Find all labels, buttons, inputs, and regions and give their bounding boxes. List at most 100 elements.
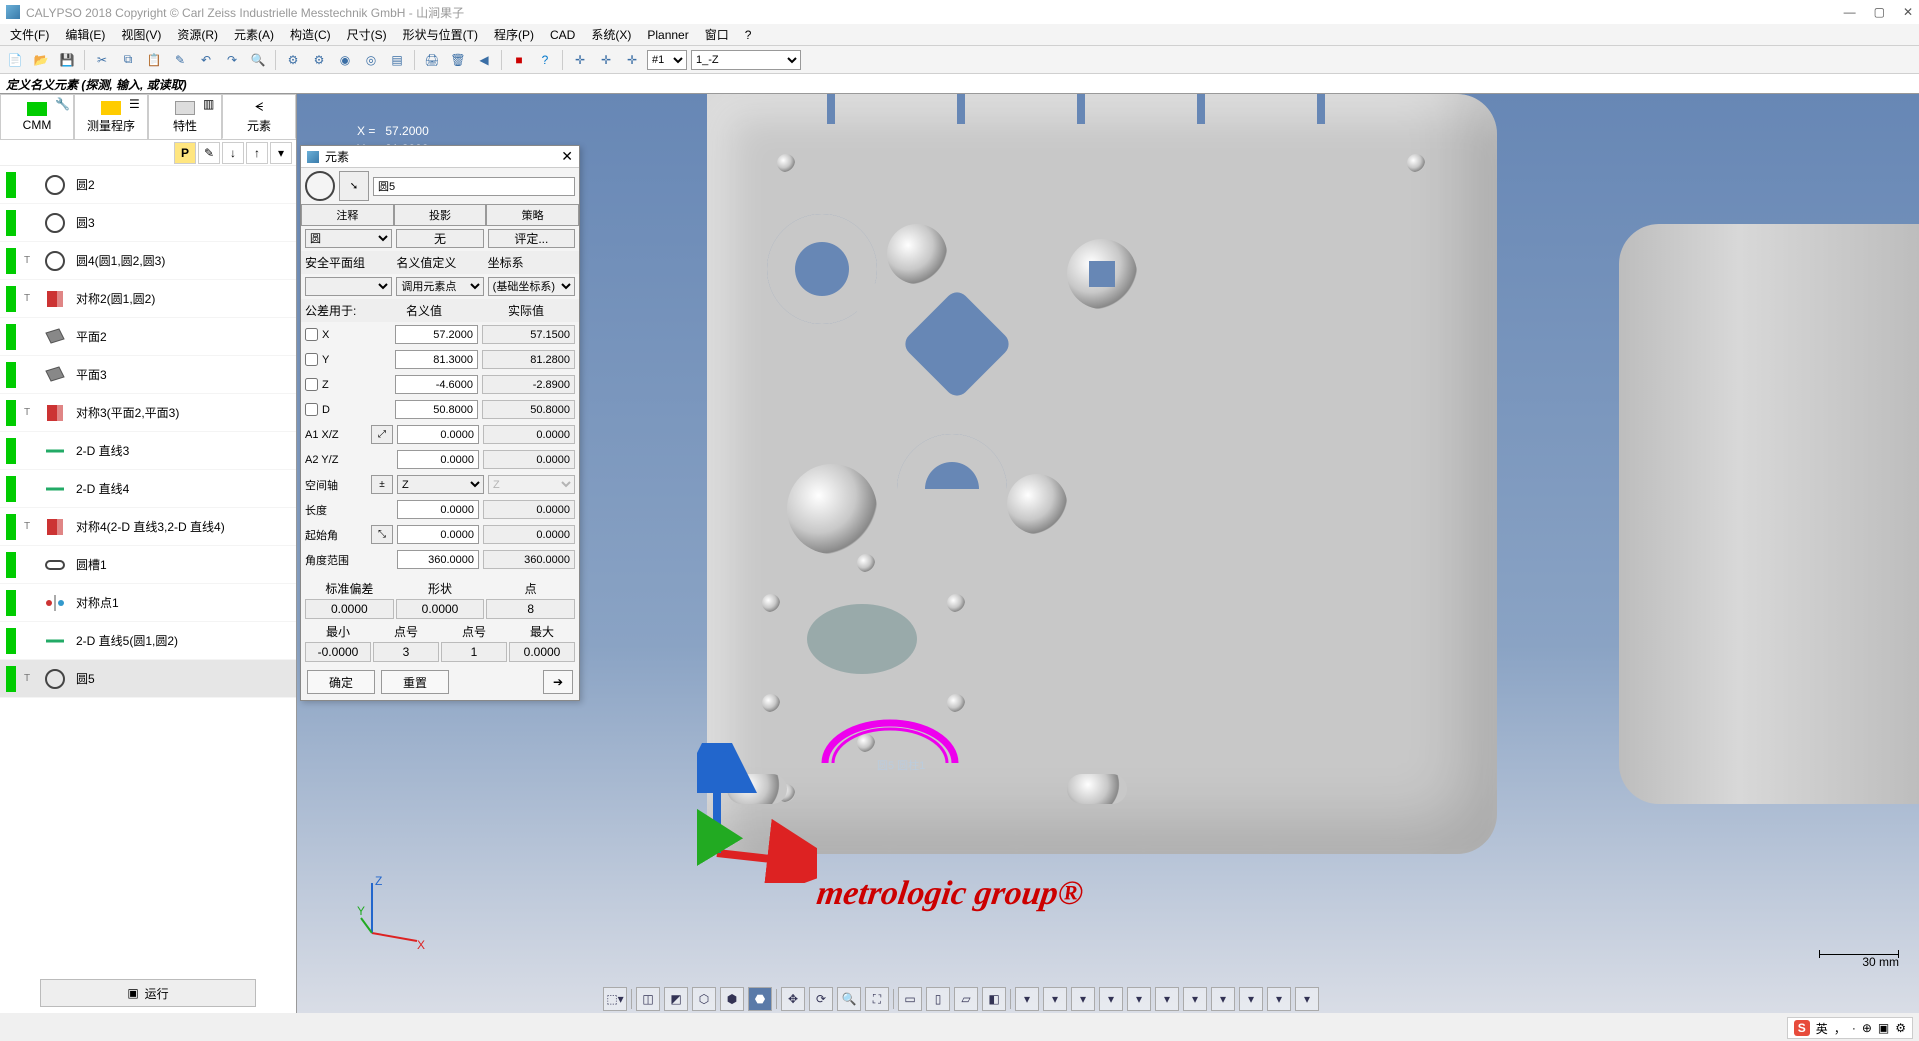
none-button[interactable]: 无 [396,229,483,248]
element-row[interactable]: 2-D 直线4 [0,470,296,508]
vb-zoom-icon[interactable]: 🔍 [837,987,861,1011]
vb-g-icon[interactable]: ▾ [1183,987,1207,1011]
element-row[interactable]: T 对称2(圆1,圆2) [0,280,296,318]
element-row[interactable]: T 圆5 [0,660,296,698]
vb-c-icon[interactable]: ▾ [1071,987,1095,1011]
sidebar-tab-elem[interactable]: ᗕ元素 [222,94,296,139]
tb-copy-icon[interactable]: ⧉ [117,49,139,71]
menu-system[interactable]: 系统(X) [585,24,637,45]
angle-btn-icon[interactable]: ⤢ [371,425,393,444]
mini-pen-icon[interactable]: ✎ [198,142,220,164]
shape-select[interactable]: 圆 [305,229,392,248]
element-type-icon[interactable] [305,171,335,201]
tab-comment[interactable]: 注释 [301,204,394,226]
tb-find-icon[interactable]: 🔍 [247,49,269,71]
menu-view[interactable]: 视图(V) [115,24,167,45]
tb-gear1-icon[interactable]: ⚙ [282,49,304,71]
nom-A1 X/Z-input[interactable] [397,425,479,444]
tb-probe2-icon[interactable]: ◎ [360,49,382,71]
tb-save-icon[interactable]: 💾 [56,49,78,71]
vb-j-icon[interactable]: ▾ [1267,987,1291,1011]
ime-tray[interactable]: S 英 ， · ⊕ ▣ ⚙ [1787,1017,1913,1039]
tb-edit-icon[interactable]: ✎ [169,49,191,71]
nom-D-input[interactable] [395,400,478,419]
menu-file[interactable]: 文件(F) [4,24,55,45]
apply-arrow-button[interactable]: ➔ [543,670,573,694]
vb-e-icon[interactable]: ▾ [1127,987,1151,1011]
element-row[interactable]: T 圆4(圆1,圆2,圆3) [0,242,296,280]
start-nom-input[interactable] [397,525,479,544]
tab-strategy[interactable]: 策略 [486,204,579,226]
nom-Y-input[interactable] [395,350,478,369]
vb-pan-icon[interactable]: ✥ [781,987,805,1011]
tb-axis2-icon[interactable]: ✛ [595,49,617,71]
ime-i3[interactable]: ▣ [1878,1021,1889,1035]
nom-X-input[interactable] [395,325,478,344]
mini-up-icon[interactable]: ↑ [246,142,268,164]
element-row[interactable]: 圆2 [0,166,296,204]
vb-k-icon[interactable]: ▾ [1295,987,1319,1011]
vb-iso1-icon[interactable]: ◫ [636,987,660,1011]
menu-edit[interactable]: 编辑(E) [59,24,111,45]
vb-a-icon[interactable]: ▾ [1015,987,1039,1011]
vb-f-icon[interactable]: ▾ [1155,987,1179,1011]
tol-check-X[interactable]: X [305,328,365,341]
element-row[interactable]: T 对称3(平面2,平面3) [0,394,296,432]
vb-shade-icon[interactable]: ⬢ [720,987,744,1011]
tb-gear2-icon[interactable]: ⚙ [308,49,330,71]
tb-stop-icon[interactable]: ■ [508,49,530,71]
close-button[interactable]: ✕ [1903,5,1913,19]
cs-select[interactable]: (基础坐标系) [488,277,575,296]
menu-resource[interactable]: 资源(R) [171,24,224,45]
range-nom-input[interactable] [397,550,479,569]
menu-planner[interactable]: Planner [641,26,694,44]
sidebar-tab-prog[interactable]: ☰测量程序 [74,94,148,139]
nom-A2 Y/Z-input[interactable] [397,450,479,469]
minimize-button[interactable]: — [1844,5,1856,19]
mini-p-button[interactable]: P [174,142,196,164]
vb-b-icon[interactable]: ▾ [1043,987,1067,1011]
menu-help[interactable]: ? [739,26,758,44]
tb-paste-icon[interactable]: 📋 [143,49,165,71]
startangle-btn-icon[interactable]: ⤡ [371,525,393,544]
tb-print-icon[interactable]: 🖨 [421,49,443,71]
sidebar-tab-char[interactable]: ▥特性 [148,94,222,139]
menu-program[interactable]: 程序(P) [488,24,540,45]
tb-probe1-icon[interactable]: ◉ [334,49,356,71]
tb-redo-icon[interactable]: ↷ [221,49,243,71]
ime-i0[interactable]: ， [1834,1020,1846,1037]
tb-cut-icon[interactable]: ✂ [91,49,113,71]
tb-back-icon[interactable]: ◀ [473,49,495,71]
menu-cad[interactable]: CAD [544,26,581,44]
element-row[interactable]: 圆3 [0,204,296,242]
element-row[interactable]: T 对称4(2-D 直线3,2-D 直线4) [0,508,296,546]
len-nom-input[interactable] [397,500,479,519]
vb-fit-icon[interactable]: ⛶ [865,987,889,1011]
tb-undo-icon[interactable]: ↶ [195,49,217,71]
element-name-input[interactable] [373,177,575,196]
tol-check-Y[interactable]: Y [305,353,365,366]
axis-sign-button[interactable]: ± [371,475,393,494]
vb-h-icon[interactable]: ▾ [1211,987,1235,1011]
ime-mic-icon[interactable]: · [1852,1021,1856,1035]
tol-check-Z[interactable]: Z [305,378,365,391]
tb-report-icon[interactable]: ▤ [386,49,408,71]
element-row[interactable]: 2-D 直线5(圆1,圆2) [0,622,296,660]
element-list[interactable]: 圆2 圆3 T 圆4(圆1,圆2,圆3) T 对称2(圆1,圆2) 平面2 平面… [0,166,296,973]
menu-window[interactable]: 窗口 [699,24,735,45]
sidebar-tab-cmm[interactable]: 🔧CMM [0,94,74,139]
tab-projection[interactable]: 投影 [394,204,487,226]
ime-lang[interactable]: 英 [1816,1020,1828,1037]
sogou-icon[interactable]: S [1794,1020,1810,1036]
tol-check-D[interactable]: D [305,403,365,416]
menu-dimension[interactable]: 尺寸(S) [341,24,393,45]
probe-dir-icon[interactable]: ➘ [339,171,369,201]
vb-front-icon[interactable]: ▭ [898,987,922,1011]
mini-down-icon[interactable]: ↓ [222,142,244,164]
vb-side-icon[interactable]: ▯ [926,987,950,1011]
menu-formpos[interactable]: 形状与位置(T) [397,24,484,45]
nominaldef-select[interactable]: 调用元素点 [396,277,483,296]
element-row[interactable]: 平面2 [0,318,296,356]
element-row[interactable]: 平面3 [0,356,296,394]
tb-delete-icon[interactable]: 🗑 [447,49,469,71]
